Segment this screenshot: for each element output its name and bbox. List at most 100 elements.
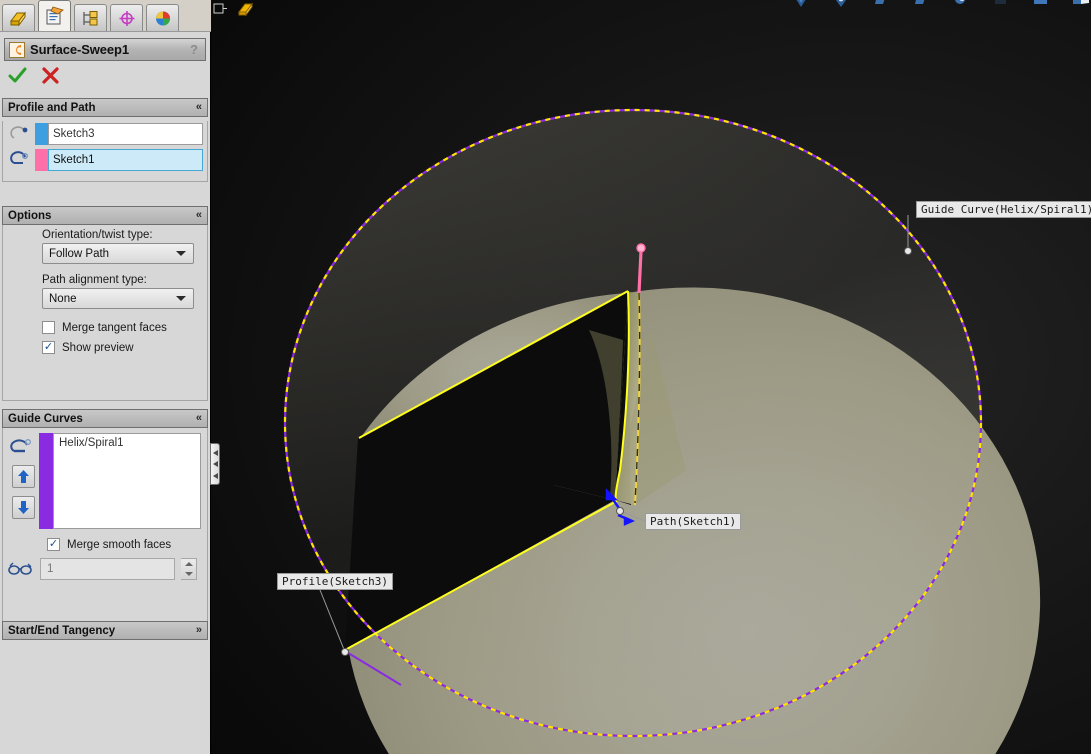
path-selection-box[interactable]: Sketch1 xyxy=(48,149,203,171)
graphics-viewport[interactable]: Guide Curve(Helix/Spiral1) Path(Sketch1)… xyxy=(211,0,1091,754)
merge-smooth-faces-checkbox[interactable]: ✓ xyxy=(47,538,60,551)
stepper-up-icon[interactable] xyxy=(184,562,193,566)
guide-curve-buttons xyxy=(7,433,39,529)
sweep-feature-icon[interactable] xyxy=(236,0,256,18)
merge-tangent-faces-checkbox[interactable] xyxy=(42,321,55,334)
profile-callout-anchor[interactable] xyxy=(341,648,349,656)
chevron-up-icon[interactable]: « xyxy=(196,210,202,221)
guide-curve-callout[interactable]: Guide Curve(Helix/Spiral1) xyxy=(916,201,1091,218)
path-curve-sketch1 xyxy=(634,243,646,504)
section-count-stepper[interactable] xyxy=(181,558,197,580)
guide-curve-icon xyxy=(10,439,31,453)
panel-collapse-handle[interactable] xyxy=(210,443,220,485)
group-body-guide-curves: Helix/Spiral1 ✓ Merge smooth faces 1 xyxy=(2,428,208,622)
scene-icon[interactable] xyxy=(991,0,1011,12)
guide-curve-color-swatch xyxy=(39,433,53,529)
group-profile-and-path: Profile and Path « Sketch3 Sketch1 xyxy=(2,98,208,182)
path-alignment-select[interactable]: None xyxy=(42,288,194,309)
path-selection-row[interactable]: Sketch1 xyxy=(3,147,207,173)
configuration-icon xyxy=(82,10,97,25)
orientation-twist-select[interactable]: Follow Path xyxy=(42,243,194,264)
property-manager-actions xyxy=(4,64,206,86)
list-item[interactable]: Helix/Spiral1 xyxy=(59,437,200,449)
merge-smooth-faces-row[interactable]: ✓ Merge smooth faces xyxy=(3,529,207,551)
chevron-left-icon xyxy=(212,449,218,456)
chevron-down-icon[interactable] xyxy=(176,251,186,256)
path-alignment-value: None xyxy=(49,292,77,305)
viewport-toolbar-left[interactable] xyxy=(213,0,256,18)
path-callout[interactable]: Path(Sketch1) xyxy=(645,513,742,530)
group-title: Start/End Tangency xyxy=(8,624,116,637)
viewport-toolbar-right[interactable] xyxy=(791,0,1091,12)
view-orientation-2-icon[interactable] xyxy=(831,0,851,12)
dimxpert-manager-tab[interactable] xyxy=(110,4,143,31)
guide-curve-selection-area: Helix/Spiral1 xyxy=(3,428,207,529)
view-orientation-icon[interactable] xyxy=(791,0,811,12)
move-down-button[interactable] xyxy=(11,496,35,519)
chevron-up-icon[interactable]: « xyxy=(196,413,202,424)
profile-edge-purple xyxy=(344,650,402,686)
chevron-down-icon[interactable] xyxy=(176,296,186,301)
profile-selection-row[interactable]: Sketch3 xyxy=(3,121,207,147)
glasses-icon[interactable] xyxy=(7,558,34,580)
section-count-input[interactable]: 1 xyxy=(40,558,175,580)
guide-curve-callout-anchor[interactable] xyxy=(904,247,912,255)
disc-boundary-edge xyxy=(283,108,983,738)
path-edge-highlight xyxy=(634,292,641,506)
surface-sweep-icon xyxy=(9,41,25,58)
property-manager-panel: Surface-Sweep1 ? Profile and Path « Sket… xyxy=(0,0,211,754)
group-header-options[interactable]: Options « xyxy=(2,206,208,225)
group-guide-curves: Guide Curves « Helix/Spiral1 ✓ Merge smo… xyxy=(2,409,208,622)
orientation-twist-value: Follow Path xyxy=(49,247,110,260)
path-callout-anchor[interactable] xyxy=(616,507,624,515)
cancel-button[interactable] xyxy=(41,66,60,85)
property-manager-titlebar: Surface-Sweep1 ? xyxy=(4,38,206,61)
configuration-manager-tab[interactable] xyxy=(74,4,107,31)
ok-button[interactable] xyxy=(8,66,27,85)
appearance-icon[interactable] xyxy=(951,0,971,12)
chevron-down-icon[interactable]: » xyxy=(196,625,202,636)
merge-tangent-faces-row[interactable]: Merge tangent faces xyxy=(3,309,207,334)
group-header-profile-and-path[interactable]: Profile and Path « xyxy=(2,98,208,117)
manager-tab-strip[interactable] xyxy=(0,0,211,32)
feature-manager-tab[interactable] xyxy=(2,4,35,31)
solidworks-window: Guide Curve(Helix/Spiral1) Path(Sketch1)… xyxy=(0,0,1091,754)
arrow-down-icon xyxy=(17,501,29,514)
profile-selection-box[interactable]: Sketch3 xyxy=(48,123,203,145)
show-preview-checkbox[interactable]: ✓ xyxy=(42,341,55,354)
display-manager-tab[interactable] xyxy=(146,4,179,31)
chevron-left-icon xyxy=(212,461,218,467)
chevron-left-icon xyxy=(212,472,218,479)
group-header-guide-curves[interactable]: Guide Curves « xyxy=(2,409,208,428)
view-settings-icon[interactable] xyxy=(1071,0,1091,12)
show-sections-row: 1 xyxy=(3,551,207,586)
orientation-twist-label: Orientation/twist type: xyxy=(42,229,153,241)
highlighted-profile-edges xyxy=(344,290,630,651)
display-style-icon[interactable] xyxy=(871,0,891,12)
chevron-up-icon[interactable]: « xyxy=(196,102,202,113)
group-start-end-tangency: Start/End Tangency » xyxy=(2,621,208,640)
group-header-start-end-tangency[interactable]: Start/End Tangency » xyxy=(2,621,208,640)
property-clipboard-icon xyxy=(46,6,64,25)
merge-tangent-faces-label: Merge tangent faces xyxy=(62,321,167,334)
path-alignment-label: Path alignment type: xyxy=(42,274,147,286)
profile-sketch-icon xyxy=(7,123,35,145)
show-preview-row[interactable]: ✓ Show preview xyxy=(3,334,207,354)
pin-icon[interactable] xyxy=(213,0,233,18)
dimxpert-crosshair-icon xyxy=(119,10,134,26)
profile-callout[interactable]: Profile(Sketch3) xyxy=(277,573,393,590)
stepper-down-icon[interactable] xyxy=(184,572,193,576)
merge-smooth-faces-label: Merge smooth faces xyxy=(67,538,172,551)
hide-show-icon[interactable] xyxy=(911,0,931,12)
property-manager-tab[interactable] xyxy=(38,0,71,31)
group-title: Profile and Path xyxy=(8,101,96,114)
section-view-icon[interactable] xyxy=(1031,0,1051,12)
guide-curve-list[interactable]: Helix/Spiral1 xyxy=(53,433,201,529)
profile-color-swatch xyxy=(35,123,48,145)
help-button[interactable]: ? xyxy=(190,42,201,57)
feature-tree-icon xyxy=(9,11,26,26)
move-up-button[interactable] xyxy=(11,465,35,488)
arrow-up-icon xyxy=(17,470,29,483)
path-color-swatch xyxy=(35,149,48,171)
model-3d-render xyxy=(283,108,1041,754)
